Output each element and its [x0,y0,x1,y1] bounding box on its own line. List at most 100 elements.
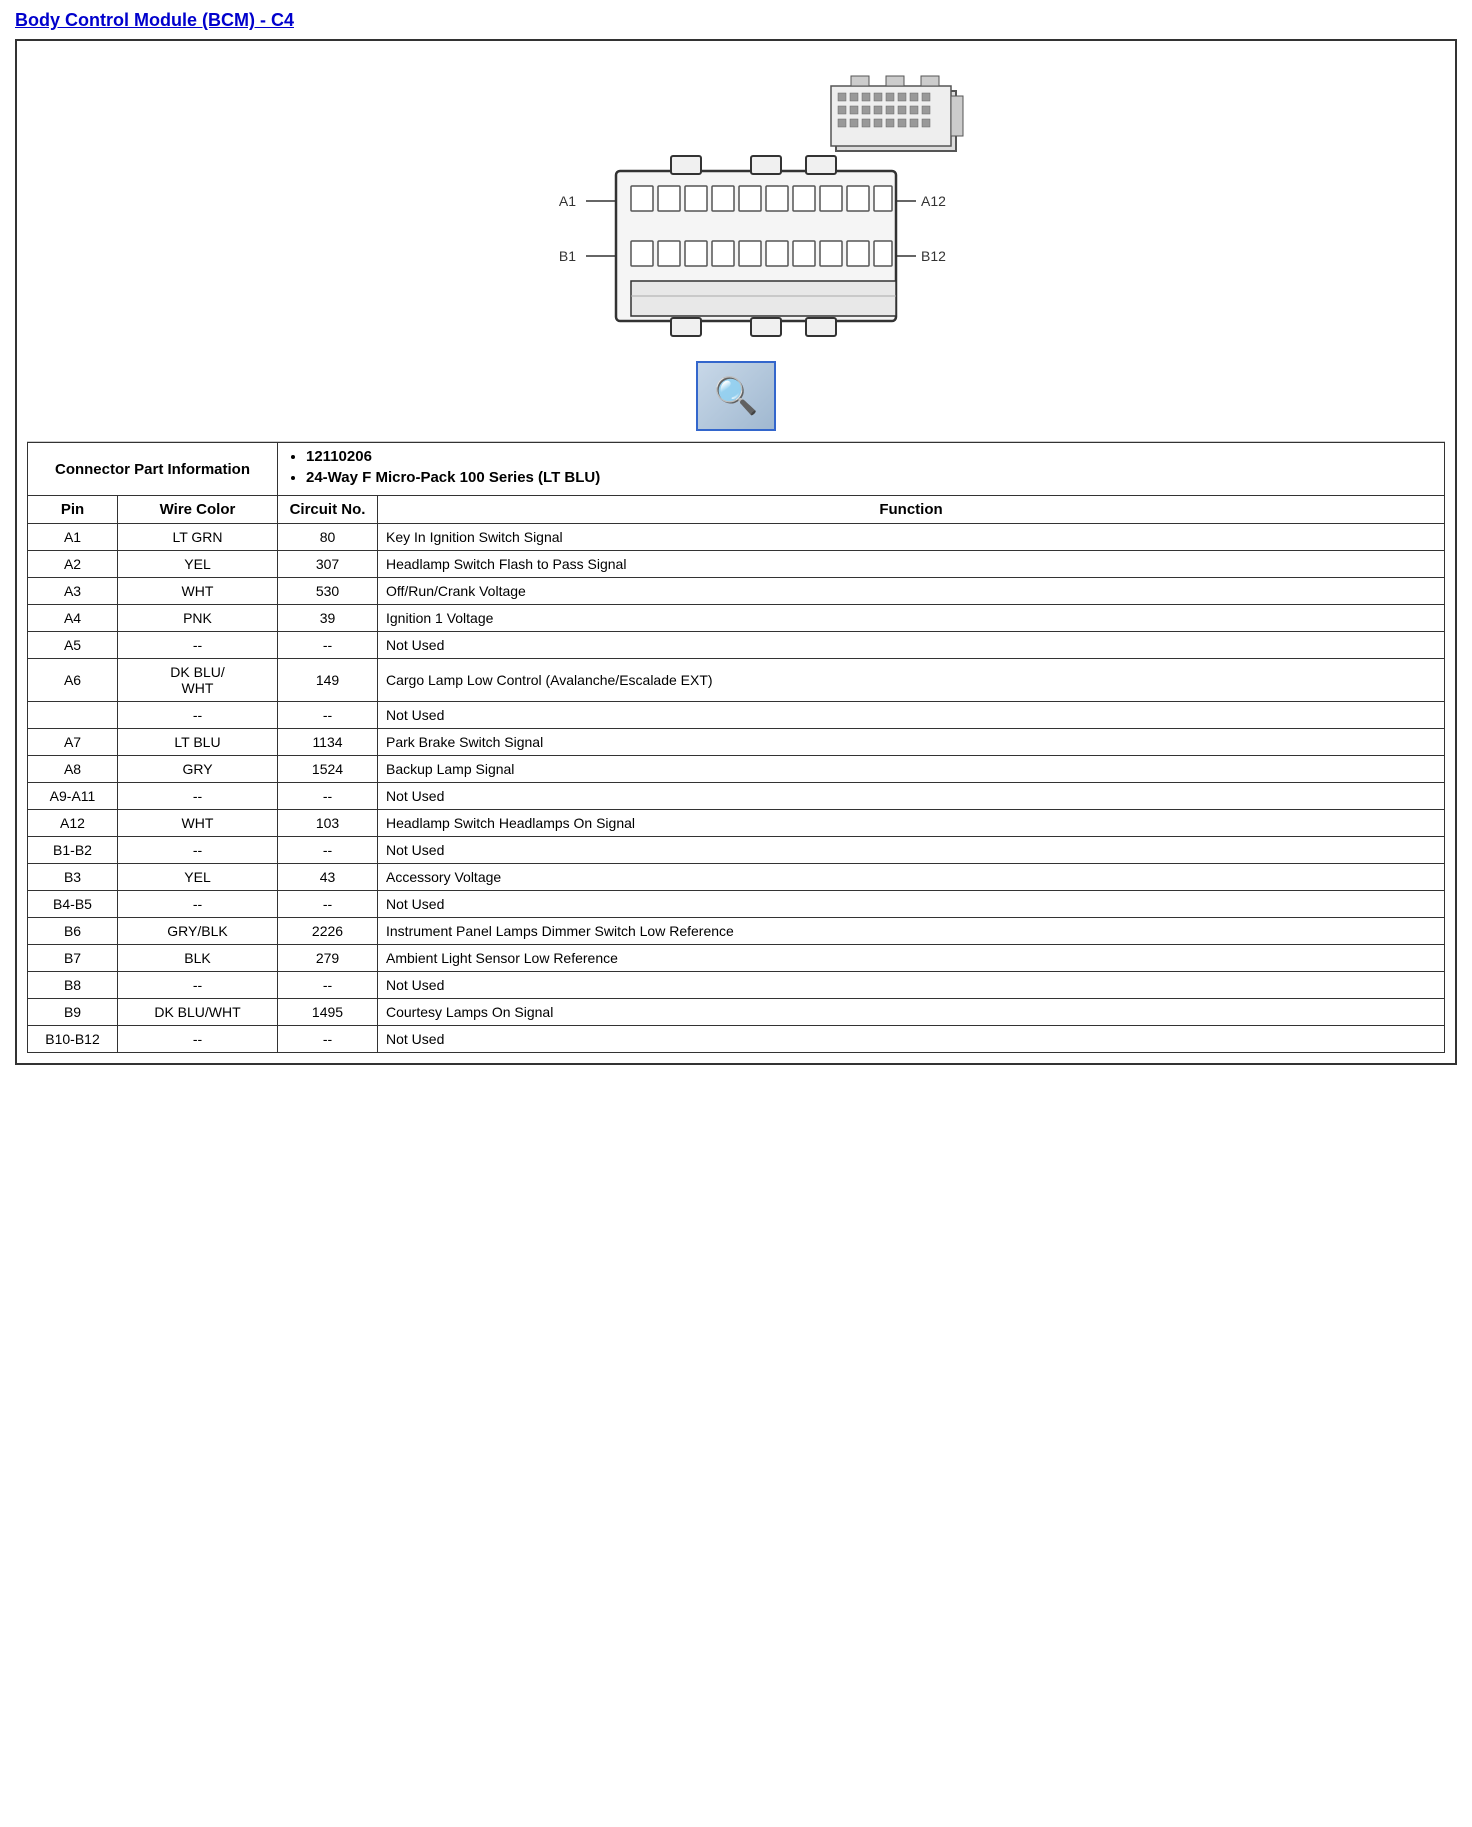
cell-function: Off/Run/Crank Voltage [378,578,1445,605]
cell-pin: B6 [28,918,118,945]
cell-pin: A2 [28,551,118,578]
connector-description: 24-Way F Micro-Pack 100 Series (LT BLU) [306,469,1436,486]
cell-circuit-no: -- [278,632,378,659]
cell-function: Accessory Voltage [378,864,1445,891]
table-row: A2 YEL 307 Headlamp Switch Flash to Pass… [28,551,1445,578]
cell-circuit-no: -- [278,972,378,999]
cell-circuit-no: 149 [278,659,378,702]
cell-circuit-no: 103 [278,810,378,837]
cell-pin: B8 [28,972,118,999]
cell-wire-color: LT GRN [118,524,278,551]
cell-wire-color: -- [118,1026,278,1053]
page-title: Body Control Module (BCM) - C4 [15,10,1457,31]
table-row: A5 -- -- Not Used [28,632,1445,659]
diagram-area: A1 B1 A12 B12 [27,51,1445,442]
cell-pin: A7 [28,729,118,756]
cell-pin: A5 [28,632,118,659]
magnify-button[interactable]: 🔍 [696,361,776,431]
table-row: B8 -- -- Not Used [28,972,1445,999]
svg-text:B1: B1 [559,248,576,264]
cell-function: Headlamp Switch Headlamps On Signal [378,810,1445,837]
cell-pin: B3 [28,864,118,891]
cell-circuit-no: 1134 [278,729,378,756]
cell-function: Cargo Lamp Low Control (Avalanche/Escala… [378,659,1445,702]
connector-diagram: A1 B1 A12 B12 [486,71,986,361]
table-row: A8 GRY 1524 Backup Lamp Signal [28,756,1445,783]
table-header-row: Pin Wire Color Circuit No. Function [28,496,1445,524]
cell-pin: A12 [28,810,118,837]
cell-wire-color: GRY/BLK [118,918,278,945]
table-row: B1-B2 -- -- Not Used [28,837,1445,864]
svg-text:A12: A12 [921,193,946,209]
cell-pin: B9 [28,999,118,1026]
cell-pin: B4-B5 [28,891,118,918]
page-container: Body Control Module (BCM) - C4 [0,0,1472,1075]
cell-pin: A1 [28,524,118,551]
table-row: B3 YEL 43 Accessory Voltage [28,864,1445,891]
cell-circuit-no: -- [278,702,378,729]
connector-info-label: Connector Part Information [28,443,278,496]
table-row: -- -- Not Used [28,702,1445,729]
part-number: 12110206 [306,448,1436,465]
cell-function: Key In Ignition Switch Signal [378,524,1445,551]
cell-circuit-no: -- [278,1026,378,1053]
cell-pin: B7 [28,945,118,972]
cell-function: Headlamp Switch Flash to Pass Signal [378,551,1445,578]
cell-wire-color: WHT [118,810,278,837]
cell-pin [28,702,118,729]
cell-pin: A4 [28,605,118,632]
cell-circuit-no: 1495 [278,999,378,1026]
cell-wire-color: WHT [118,578,278,605]
cell-wire-color: DK BLU/WHT [118,999,278,1026]
cell-wire-color: -- [118,632,278,659]
cell-function: Ignition 1 Voltage [378,605,1445,632]
table-row: A12 WHT 103 Headlamp Switch Headlamps On… [28,810,1445,837]
table-row: B7 BLK 279 Ambient Light Sensor Low Refe… [28,945,1445,972]
cell-pin: A8 [28,756,118,783]
cell-circuit-no: 2226 [278,918,378,945]
cell-function: Not Used [378,837,1445,864]
cell-circuit-no: -- [278,837,378,864]
cell-pin: A9-A11 [28,783,118,810]
cell-wire-color: -- [118,891,278,918]
svg-text:A1: A1 [559,193,576,209]
table-row: A6 DK BLU/WHT 149 Cargo Lamp Low Control… [28,659,1445,702]
cell-circuit-no: -- [278,783,378,810]
cell-pin: A3 [28,578,118,605]
table-row: B6 GRY/BLK 2226 Instrument Panel Lamps D… [28,918,1445,945]
header-pin: Pin [28,496,118,524]
cell-function: Ambient Light Sensor Low Reference [378,945,1445,972]
connector-info-row: Connector Part Information 12110206 24-W… [28,443,1445,496]
cell-circuit-no: 530 [278,578,378,605]
header-circuit-no: Circuit No. [278,496,378,524]
cell-wire-color: YEL [118,551,278,578]
cell-wire-color: -- [118,702,278,729]
cell-function: Not Used [378,972,1445,999]
table-row: A3 WHT 530 Off/Run/Crank Voltage [28,578,1445,605]
cell-pin: B10-B12 [28,1026,118,1053]
cell-circuit-no: 80 [278,524,378,551]
cell-function: Not Used [378,702,1445,729]
table-row: B4-B5 -- -- Not Used [28,891,1445,918]
cell-function: Instrument Panel Lamps Dimmer Switch Low… [378,918,1445,945]
cell-function: Not Used [378,632,1445,659]
cell-circuit-no: 39 [278,605,378,632]
cell-function: Not Used [378,783,1445,810]
svg-text:B12: B12 [921,248,946,264]
cell-wire-color: -- [118,972,278,999]
table-row: A9-A11 -- -- Not Used [28,783,1445,810]
cell-function: Park Brake Switch Signal [378,729,1445,756]
magnify-icon: 🔍 [714,375,759,417]
cell-function: Backup Lamp Signal [378,756,1445,783]
table-row: A7 LT BLU 1134 Park Brake Switch Signal [28,729,1445,756]
cell-wire-color: BLK [118,945,278,972]
cell-wire-color: LT BLU [118,729,278,756]
cell-pin: B1-B2 [28,837,118,864]
cell-wire-color: DK BLU/WHT [118,659,278,702]
cell-wire-color: -- [118,837,278,864]
header-function: Function [378,496,1445,524]
cell-wire-color: YEL [118,864,278,891]
cell-pin: A6 [28,659,118,702]
cell-function: Courtesy Lamps On Signal [378,999,1445,1026]
table-row: B10-B12 -- -- Not Used [28,1026,1445,1053]
